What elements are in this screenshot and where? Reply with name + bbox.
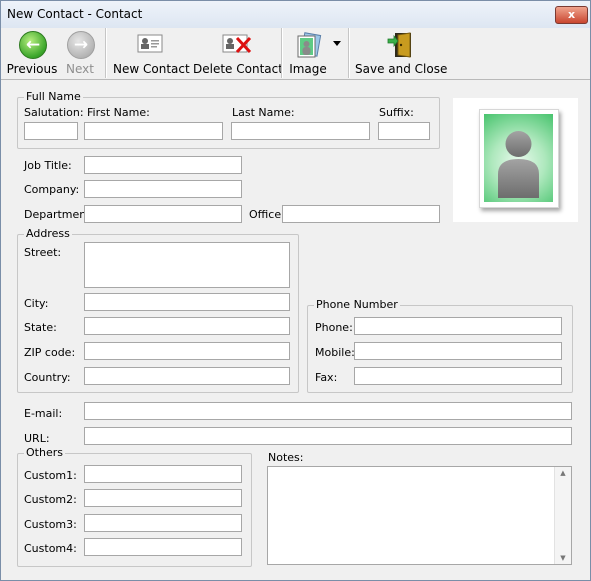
image-button[interactable]: Image [288, 28, 328, 79]
delete-contact-button[interactable]: Delete Contact [193, 28, 283, 79]
zip-label: ZIP code: [24, 346, 76, 359]
mobile-field[interactable] [354, 342, 562, 360]
previous-icon: ← [19, 31, 47, 59]
first-name-field[interactable] [84, 122, 223, 140]
full-name-group: Full Name [17, 90, 440, 149]
fax-label: Fax: [315, 371, 338, 384]
toolbar-separator [348, 28, 350, 78]
salutation-field[interactable] [24, 122, 78, 140]
next-button[interactable]: → Next [61, 28, 99, 79]
first-name-label: First Name: [87, 106, 150, 119]
custom2-label: Custom2: [24, 493, 77, 506]
city-label: City: [24, 297, 49, 310]
contact-card-delete-icon [222, 31, 251, 57]
zip-field[interactable] [84, 342, 290, 360]
person-placeholder-icon [484, 114, 553, 202]
new-contact-label: New Contact [113, 62, 190, 76]
street-label: Street: [24, 246, 62, 259]
company-field[interactable] [84, 180, 242, 198]
address-legend: Address [24, 227, 72, 240]
notes-field[interactable]: ▲ ▼ [267, 466, 572, 565]
custom1-field[interactable] [84, 465, 242, 483]
street-field[interactable] [84, 242, 290, 288]
city-field[interactable] [84, 293, 290, 311]
scroll-down-icon[interactable]: ▼ [555, 554, 571, 562]
next-icon: → [67, 31, 95, 59]
full-name-legend: Full Name [24, 90, 83, 103]
country-field[interactable] [84, 367, 290, 385]
url-label: URL: [24, 432, 50, 445]
toolbar: ← Previous → Next New Contact Delete Con… [1, 28, 590, 80]
save-close-door-icon [386, 31, 412, 58]
suffix-field[interactable] [378, 122, 430, 140]
save-and-close-button[interactable]: Save and Close [355, 28, 448, 79]
email-label: E-mail: [24, 407, 63, 420]
company-label: Company: [24, 183, 80, 196]
office-label: Office: [249, 208, 285, 221]
mobile-label: Mobile: [315, 346, 355, 359]
phone-number-legend: Phone Number [314, 298, 400, 311]
dropdown-arrow-icon [332, 38, 342, 64]
notes-scrollbar[interactable]: ▲ ▼ [554, 467, 571, 564]
image-icon [295, 31, 322, 58]
image-label: Image [289, 62, 327, 76]
previous-button[interactable]: ← Previous [4, 28, 60, 79]
window-title: New Contact - Contact [7, 7, 143, 21]
notes-label: Notes: [268, 451, 304, 464]
office-field[interactable] [282, 205, 440, 223]
photo-frame [479, 109, 559, 208]
job-title-label: Job Title: [24, 159, 72, 172]
scroll-up-icon[interactable]: ▲ [555, 469, 571, 477]
country-label: Country: [24, 371, 71, 384]
suffix-label: Suffix: [379, 106, 414, 119]
url-field[interactable] [84, 427, 572, 445]
phone-field[interactable] [354, 317, 562, 335]
department-field[interactable] [84, 205, 242, 223]
state-label: State: [24, 321, 57, 334]
previous-label: Previous [6, 62, 58, 76]
close-button[interactable]: x [555, 6, 588, 24]
custom2-field[interactable] [84, 489, 242, 507]
state-field[interactable] [84, 317, 290, 335]
email-field[interactable] [84, 402, 572, 420]
phone-label: Phone: [315, 321, 353, 334]
new-contact-button[interactable]: New Contact [113, 28, 190, 79]
image-dropdown-button[interactable] [330, 28, 344, 79]
last-name-field[interactable] [231, 122, 370, 140]
contact-photo[interactable] [453, 98, 578, 222]
custom4-field[interactable] [84, 538, 242, 556]
last-name-label: Last Name: [232, 106, 295, 119]
delete-contact-label: Delete Contact [193, 62, 283, 76]
contact-card-icon [137, 31, 163, 57]
custom1-label: Custom1: [24, 469, 77, 482]
custom4-label: Custom4: [24, 542, 77, 555]
toolbar-separator [281, 28, 283, 78]
next-label: Next [66, 62, 94, 76]
save-and-close-label: Save and Close [355, 62, 448, 76]
custom3-field[interactable] [84, 514, 242, 532]
toolbar-separator [105, 28, 107, 78]
contact-window: New Contact - Contact x ← Previous → Nex… [0, 0, 591, 581]
salutation-label: Salutation: [24, 106, 84, 119]
title-bar: New Contact - Contact x [1, 1, 590, 28]
others-legend: Others [24, 446, 65, 459]
custom3-label: Custom3: [24, 518, 77, 531]
job-title-field[interactable] [84, 156, 242, 174]
fax-field[interactable] [354, 367, 562, 385]
